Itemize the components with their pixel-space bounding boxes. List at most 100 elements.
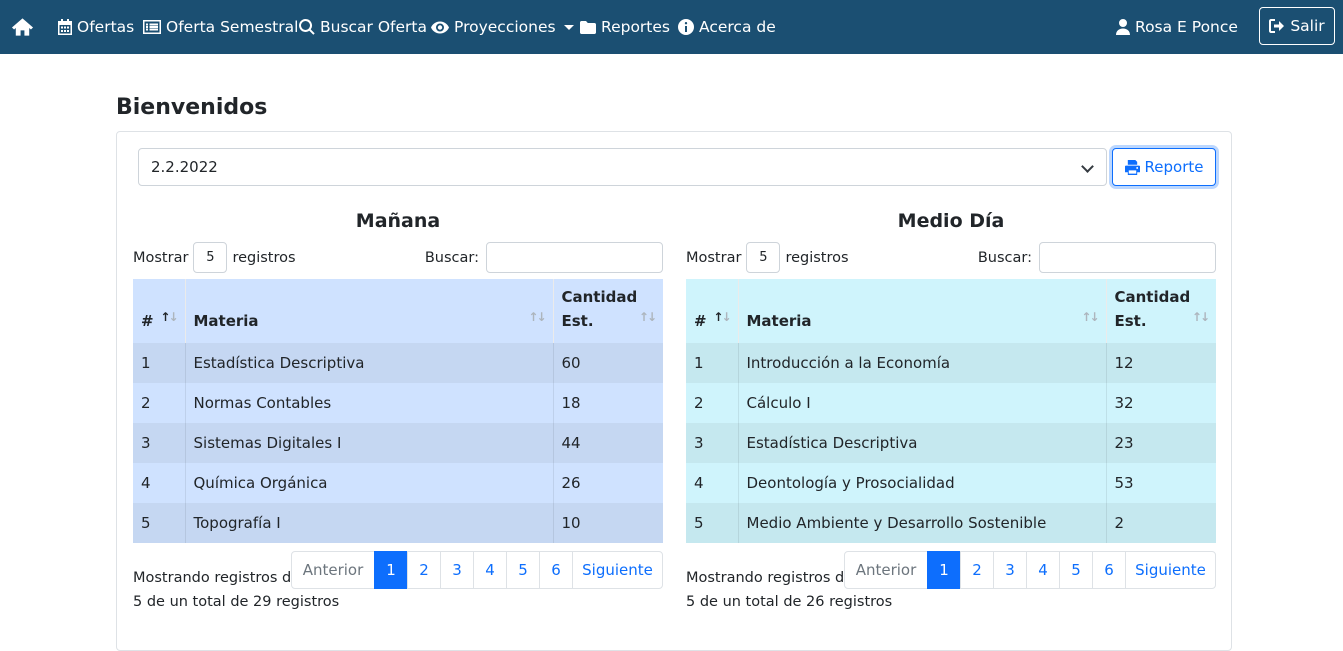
pagination-page[interactable]: 4 [1026,551,1060,589]
cell-cantidad: 44 [553,423,663,463]
column-header-cantidad[interactable]: Cantidad Est. ↑↓ [553,279,663,343]
data-table: # ↑↓ Materia ↑↓ Cantidad Est. ↑↓ 1 Introducc… [686,279,1216,543]
sort-icon: ↑↓ [713,310,731,324]
logout-button[interactable]: Salir [1259,7,1335,45]
user-icon [1116,19,1130,35]
pagination: Anterior 1 2 3 4 5 6 Siguiente [844,551,1216,589]
pagination-page[interactable]: 1 [374,551,408,589]
cell-number: 2 [133,383,186,423]
page-title: Bienvenidos [116,95,268,120]
cell-cantidad: 12 [1106,343,1216,383]
length-select[interactable]: 5 [746,242,781,273]
pagination-page[interactable]: 5 [1059,551,1093,589]
cell-materia: Estadística Descriptiva [738,423,1107,463]
pagination-page[interactable]: 6 [539,551,573,589]
home-icon [11,18,34,36]
nav-reportes[interactable]: Reportes [580,0,670,54]
column-header-number[interactable]: # ↑↓ [133,279,186,343]
pagination-previous[interactable]: Anterior [291,551,375,589]
table-row: 4 Química Orgánica 26 [133,463,663,503]
nav-buscar-oferta[interactable]: Buscar Oferta [299,0,427,54]
sign-out-icon [1269,19,1285,33]
pagination-page[interactable]: 3 [993,551,1027,589]
cell-number: 4 [133,463,186,503]
column-header-cantidad[interactable]: Cantidad Est. ↑↓ [1106,279,1216,343]
report-button-label: Reporte [1144,158,1204,176]
cell-cantidad: 60 [553,343,663,383]
search-input[interactable] [1039,242,1216,273]
table-row: 3 Estadística Descriptiva 23 [686,423,1216,463]
length-select[interactable]: 5 [193,242,228,273]
eye-icon [431,21,449,33]
search-input[interactable] [486,242,663,273]
pagination-page[interactable]: 6 [1092,551,1126,589]
pagination-page[interactable]: 4 [473,551,507,589]
pagination-page[interactable]: 2 [407,551,441,589]
cell-cantidad: 23 [1106,423,1216,463]
pagination-previous[interactable]: Anterior [844,551,928,589]
nav-proyecciones[interactable]: Proyecciones [431,0,574,54]
search-control: Buscar: [425,242,663,273]
nav-oferta-semestral[interactable]: Oferta Semestral [143,0,298,54]
panel-title: Mañana [355,210,441,232]
pagination-page[interactable]: 3 [440,551,474,589]
header-label: # [141,312,154,330]
cell-number: 4 [686,463,739,503]
cell-materia: Topografía I [185,503,554,543]
folder-icon [580,20,596,34]
sort-icon: ↑↓ [528,310,546,324]
panel-title: Medio Día [897,210,1005,232]
caret-down-icon [563,24,574,30]
table-row: 5 Topografía I 10 [133,503,663,543]
calendar-icon [58,19,72,35]
user-menu[interactable]: Rosa E Ponce [1116,0,1238,54]
sort-icon: ↑↓ [638,310,657,324]
table-row: 1 Introducción a la Economía 12 [686,343,1216,383]
pagination-next[interactable]: Siguiente [572,551,663,589]
column-header-materia[interactable]: Materia ↑↓ [738,279,1107,343]
show-label: Mostrar [133,249,189,266]
period-select[interactable]: 2.2.2022 [138,148,1107,186]
sort-icon: ↑↓ [160,310,178,324]
length-control: Mostrar 5 registros [686,242,849,273]
pagination-page[interactable]: 2 [960,551,994,589]
nav-ofertas-label: Ofertas [77,18,135,36]
table-row: 3 Sistemas Digitales I 44 [133,423,663,463]
header-label: Cantidad Est. [1114,288,1191,330]
report-button[interactable]: Reporte [1112,148,1216,186]
nav-reportes-label: Reportes [601,18,670,36]
table-info-line1: Mostrando registros del 1 al [686,570,846,586]
table-header-row: # ↑↓ Materia ↑↓ Cantidad Est. ↑↓ [686,279,1216,343]
nav-buscar-oferta-label: Buscar Oferta [320,18,427,36]
pagination-page[interactable]: 1 [927,551,961,589]
cell-cantidad: 26 [553,463,663,503]
pagination-next[interactable]: Siguiente [1125,551,1216,589]
length-control: Mostrar 5 registros [133,242,296,273]
cell-materia: Deontología y Prosocialidad [738,463,1107,503]
logout-label: Salir [1290,17,1325,35]
user-name: Rosa E Ponce [1135,18,1238,36]
data-table: # ↑↓ Materia ↑↓ Cantidad Est. ↑↓ 1 Estadísti… [133,279,663,543]
cell-cantidad: 32 [1106,383,1216,423]
cell-number: 1 [133,343,186,383]
column-header-materia[interactable]: Materia ↑↓ [185,279,554,343]
cell-cantidad: 53 [1106,463,1216,503]
nav-proyecciones-label: Proyecciones [454,18,556,36]
cell-cantidad: 18 [553,383,663,423]
pagination-page[interactable]: 5 [506,551,540,589]
period-select-value: 2.2.2022 [151,158,218,176]
cell-number: 3 [686,423,739,463]
nav-acerca-de[interactable]: Acerca de [678,0,776,54]
show-label: Mostrar [686,249,742,266]
table-row: 4 Deontología y Prosocialidad 53 [686,463,1216,503]
column-header-number[interactable]: # ↑↓ [686,279,739,343]
header-label: Materia [746,312,812,330]
nav-ofertas[interactable]: Ofertas [58,0,134,54]
cell-materia: Normas Contables [185,383,554,423]
cell-materia: Estadística Descriptiva [185,343,554,383]
cell-materia: Química Orgánica [185,463,554,503]
table-info-line2: 5 de un total de 26 registros [686,594,893,610]
nav-oferta-semestral-label: Oferta Semestral [166,18,299,36]
nav-home[interactable] [11,0,34,54]
table-row: 2 Normas Contables 18 [133,383,663,423]
